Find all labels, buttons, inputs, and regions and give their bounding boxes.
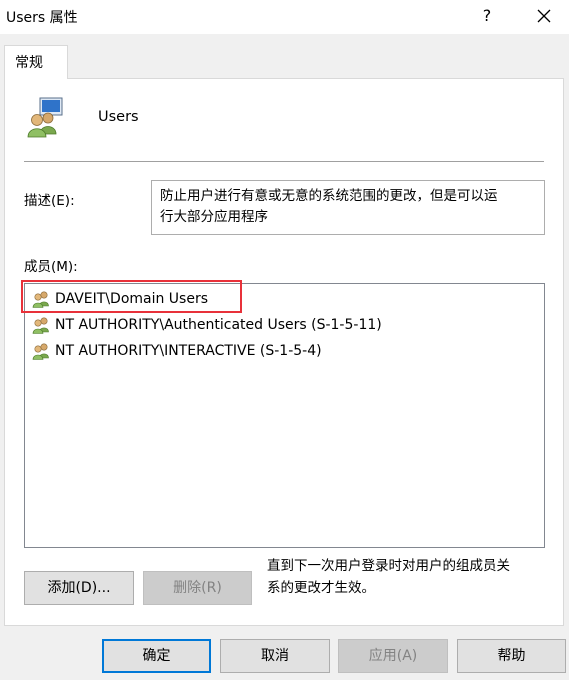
description-text-line2: 行大部分应用程序 <box>160 209 268 225</box>
group-icon <box>31 342 51 360</box>
cancel-button[interactable]: 取消 <box>220 639 330 673</box>
member-name: NT AUTHORITY\Authenticated Users (S-1-5-… <box>55 317 382 333</box>
title-bar: Users 属性 ? <box>0 0 569 34</box>
group-name: Users <box>98 109 139 125</box>
separator <box>24 161 544 162</box>
add-button[interactable]: 添加(D)... <box>24 571 134 605</box>
highlight-box <box>21 280 242 313</box>
members-list[interactable]: DAVEIT\Domain Users NT AUTHORITY\Authent… <box>24 283 545 548</box>
membership-note: 直到下一次用户登录时对用户的组成员关 系的更改才生效。 <box>267 555 552 599</box>
list-item[interactable]: NT AUTHORITY\INTERACTIVE (S-1-5-4) <box>31 340 322 362</box>
description-field[interactable]: 防止用户进行有意或无意的系统范围的更改，但是可以运 行大部分应用程序 <box>151 180 545 235</box>
members-label: 成员(M): <box>24 259 78 275</box>
note-line2: 系的更改才生效。 <box>267 580 375 596</box>
member-name: NT AUTHORITY\INTERACTIVE (S-1-5-4) <box>55 343 322 359</box>
tab-general-label: 常规 <box>15 55 43 71</box>
help-button[interactable]: 帮助 <box>457 639 566 673</box>
list-item[interactable]: NT AUTHORITY\Authenticated Users (S-1-5-… <box>31 314 382 336</box>
remove-button[interactable]: 删除(R) <box>143 571 252 605</box>
apply-button[interactable]: 应用(A) <box>338 639 448 673</box>
tab-general[interactable]: 常规 <box>4 45 68 79</box>
note-line1: 直到下一次用户登录时对用户的组成员关 <box>267 558 510 574</box>
description-label: 描述(E): <box>24 193 75 209</box>
help-icon[interactable]: ? <box>475 2 499 30</box>
ok-button[interactable]: 确定 <box>102 639 211 673</box>
description-text-line1: 防止用户进行有意或无意的系统范围的更改，但是可以运 <box>160 188 498 204</box>
window-title: Users 属性 <box>6 10 78 26</box>
group-users-icon <box>24 96 66 138</box>
group-icon <box>31 316 51 334</box>
close-icon[interactable] <box>530 2 558 30</box>
